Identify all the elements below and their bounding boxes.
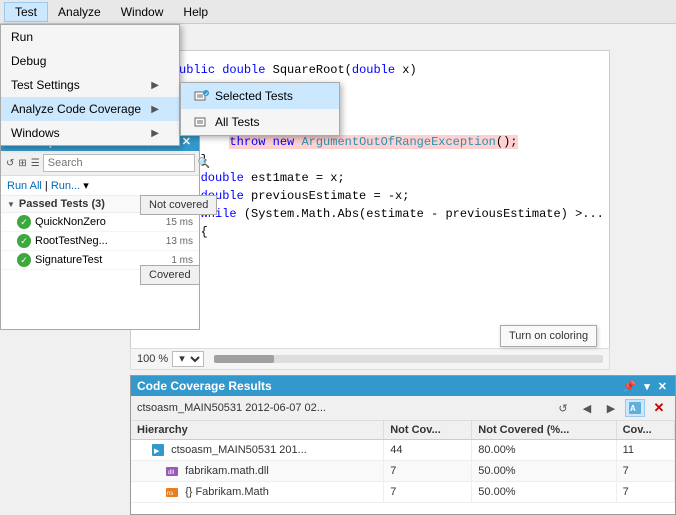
submenu-selected-label: Selected Tests bbox=[215, 89, 293, 103]
submenu-selected-tests[interactable]: ✓ Selected Tests bbox=[181, 83, 339, 109]
row1-cov: 11 bbox=[616, 440, 674, 461]
test-time-1: 15 ms bbox=[166, 217, 193, 228]
code-line-1: public double SquareRoot(double x) bbox=[143, 61, 597, 79]
col-cov: Cov... bbox=[616, 421, 674, 440]
row2-notcov: 7 bbox=[384, 461, 472, 482]
test-time-3: 1 ms bbox=[171, 255, 193, 266]
scroll-thumb[interactable] bbox=[214, 355, 274, 363]
pass-icon-2: ✓ bbox=[17, 234, 31, 248]
run-row: Run All | Run... ▾ bbox=[1, 176, 199, 196]
menu-window[interactable]: Window bbox=[111, 3, 174, 21]
row1-name: ▶ ctsoasm_MAIN50531 201... bbox=[131, 440, 384, 461]
arrow-icon: ▶ bbox=[151, 80, 159, 91]
list-btn[interactable]: ☰ bbox=[30, 153, 41, 173]
pass-icon-3: ✓ bbox=[17, 253, 31, 267]
svg-text:ns: ns bbox=[167, 491, 173, 497]
test-time-2: 13 ms bbox=[166, 236, 193, 247]
cov-file-label: ctsoasm_MAIN50531 2012-06-07 02... bbox=[137, 402, 549, 414]
dropdown-run[interactable]: Run bbox=[1, 25, 179, 49]
all-tests-icon bbox=[193, 114, 209, 130]
row1-notcov: 44 bbox=[384, 440, 472, 461]
cov-next-btn[interactable]: ▶ bbox=[601, 399, 621, 417]
row1-notcov-pct: 80.00% bbox=[472, 440, 616, 461]
svg-text:✓: ✓ bbox=[205, 92, 209, 98]
explorer-toolbar: ↺ ⊞ ☰ 🔍 bbox=[1, 151, 199, 176]
run-all-link[interactable]: Run All bbox=[7, 180, 42, 192]
collapse-icon[interactable]: ▼ bbox=[7, 200, 15, 209]
coverage-table: Hierarchy Not Cov... Not Covered (%... C… bbox=[131, 421, 675, 503]
menu-help[interactable]: Help bbox=[173, 3, 218, 21]
analyze-submenu: ✓ Selected Tests All Tests bbox=[180, 82, 340, 136]
col-hierarchy: Hierarchy bbox=[131, 421, 384, 440]
cov-close-btn[interactable]: ✕ bbox=[649, 399, 669, 417]
coverage-panel: Code Coverage Results 📌 ▾ ✕ ctsoasm_MAIN… bbox=[130, 375, 676, 515]
close-icon[interactable]: ✕ bbox=[180, 135, 193, 148]
refresh-btn[interactable]: ↺ bbox=[5, 153, 15, 173]
arrow-icon: ▶ bbox=[151, 128, 159, 139]
row3-notcov: 7 bbox=[384, 482, 472, 503]
test-name-2: RootTestNeg... bbox=[35, 235, 162, 247]
menu-bar: Test Analyze Window Help bbox=[0, 0, 676, 24]
dropdown-analyze-code-coverage[interactable]: Analyze Code Coverage ▶ bbox=[1, 97, 179, 121]
col-not-cov: Not Cov... bbox=[384, 421, 472, 440]
test-item-1[interactable]: ✓ QuickNonZero 15 ms bbox=[1, 213, 199, 232]
run-some-link[interactable]: Run... bbox=[51, 180, 80, 192]
coverage-title-bar: Code Coverage Results 📌 ▾ ✕ bbox=[131, 376, 675, 396]
svg-text:A: A bbox=[630, 404, 636, 413]
row3-name: ns {} Fabrikam.Math bbox=[131, 482, 384, 503]
row2-notcov-pct: 50.00% bbox=[472, 461, 616, 482]
selected-tests-icon: ✓ bbox=[193, 88, 209, 104]
coverage-panel-controls: 📌 ▾ ✕ bbox=[621, 380, 669, 393]
scrollbar[interactable] bbox=[214, 355, 603, 363]
row2-cov: 7 bbox=[616, 461, 674, 482]
cov-refresh-btn[interactable]: ↺ bbox=[553, 399, 573, 417]
svg-text:▶: ▶ bbox=[154, 448, 160, 455]
close-icon-cov[interactable]: ✕ bbox=[656, 380, 669, 393]
test-name-1: QuickNonZero bbox=[35, 216, 162, 228]
pass-icon-1: ✓ bbox=[17, 215, 31, 229]
table-row-3[interactable]: ns {} Fabrikam.Math 7 50.00% 7 bbox=[131, 482, 675, 503]
table-row-1[interactable]: ▶ ctsoasm_MAIN50531 201... 44 80.00% 11 bbox=[131, 440, 675, 461]
coverage-toolbar: ctsoasm_MAIN50531 2012-06-07 02... ↺ ◀ ▶… bbox=[131, 396, 675, 421]
turn-coloring-tooltip: Turn on coloring bbox=[500, 325, 597, 347]
row3-notcov-pct: 50.00% bbox=[472, 482, 616, 503]
zoom-row: 100 % ▾ bbox=[130, 348, 610, 370]
dropdown-windows[interactable]: Windows ▶ bbox=[1, 121, 179, 145]
coverage-title: Code Coverage Results bbox=[137, 379, 272, 393]
search-btn[interactable]: 🔍 bbox=[197, 153, 211, 173]
menu-test[interactable]: Test bbox=[4, 2, 48, 22]
group-btn[interactable]: ⊞ bbox=[17, 153, 27, 173]
test-explorer-panel: Test Explorer 📌 ▾ ✕ ↺ ⊞ ☰ 🔍 Run All | Ru… bbox=[0, 130, 200, 330]
submenu-all-label: All Tests bbox=[215, 115, 259, 129]
row3-cov: 7 bbox=[616, 482, 674, 503]
dropdown-debug[interactable]: Debug bbox=[1, 49, 179, 73]
zoom-select[interactable]: ▾ bbox=[172, 351, 204, 367]
arrow-icon: ▶ bbox=[151, 104, 159, 115]
test-dropdown: Run Debug Test Settings ▶ Analyze Code C… bbox=[0, 24, 180, 146]
pin-icon-cov[interactable]: 📌 bbox=[621, 380, 639, 393]
cov-color-btn[interactable]: A bbox=[625, 399, 645, 417]
cov-prev-btn[interactable]: ◀ bbox=[577, 399, 597, 417]
row2-name: dll fabrikam.math.dll bbox=[131, 461, 384, 482]
passed-header-label: Passed Tests (3) bbox=[19, 198, 105, 210]
zoom-value: 100 % bbox=[137, 353, 168, 365]
test-item-2[interactable]: ✓ RootTestNeg... 13 ms bbox=[1, 232, 199, 251]
search-input[interactable] bbox=[43, 154, 195, 172]
menu-analyze[interactable]: Analyze bbox=[48, 3, 111, 21]
dropdown-test-settings[interactable]: Test Settings ▶ bbox=[1, 73, 179, 97]
col-not-cov-pct: Not Covered (%... bbox=[472, 421, 616, 440]
submenu-all-tests[interactable]: All Tests bbox=[181, 109, 339, 135]
code-line-10: { bbox=[143, 223, 597, 241]
label-covered: Covered bbox=[140, 265, 200, 285]
minimize-icon-cov[interactable]: ▾ bbox=[642, 380, 652, 393]
svg-text:dll: dll bbox=[168, 470, 174, 476]
label-not-covered: Not covered bbox=[140, 195, 217, 215]
table-row-2[interactable]: dll fabrikam.math.dll 7 50.00% 7 bbox=[131, 461, 675, 482]
code-content: public double SquareRoot(double x) { if … bbox=[131, 51, 609, 251]
